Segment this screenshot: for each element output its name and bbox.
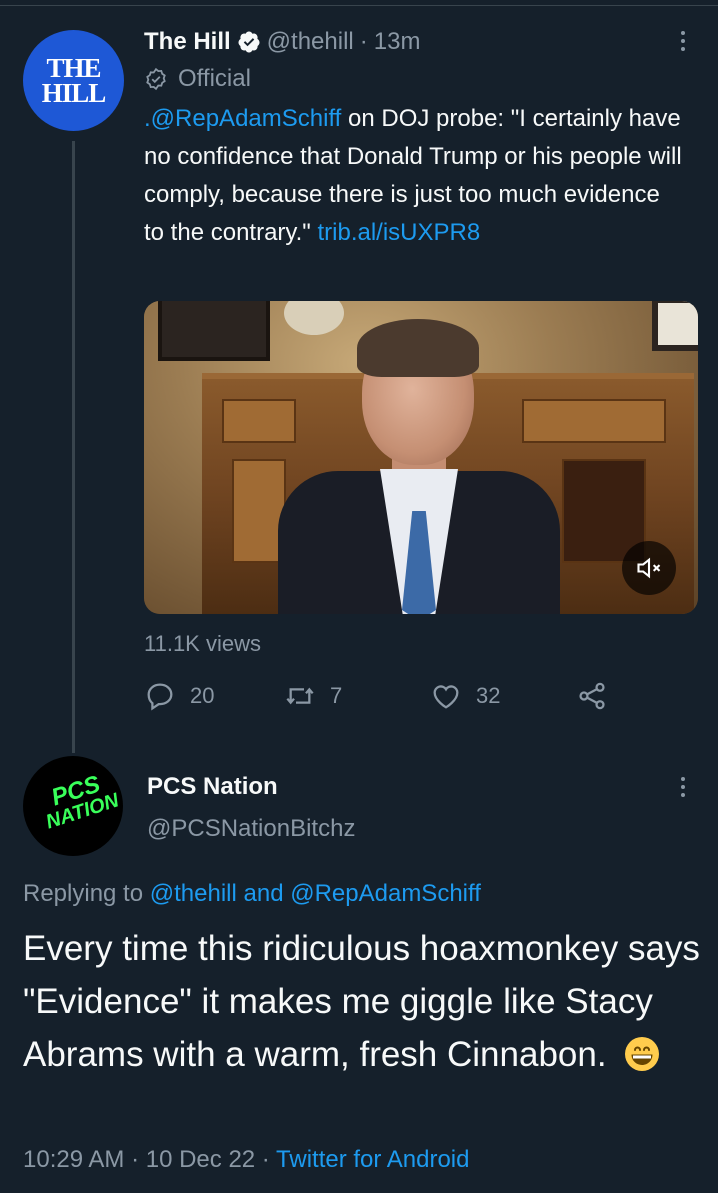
- video-person-hair: [357, 319, 479, 377]
- like-button[interactable]: 32: [430, 676, 500, 716]
- like-count: 32: [476, 683, 501, 708]
- volume-mute-icon[interactable]: [622, 541, 676, 595]
- tweet-time[interactable]: 13m: [374, 28, 421, 56]
- replying-and: and: [236, 880, 291, 907]
- author-handle[interactable]: @PCSNationBitchz: [147, 812, 355, 846]
- reply-count: 20: [190, 683, 215, 708]
- heart-icon: [433, 685, 459, 709]
- replying-to: Replying to @thehill and @RepAdamSchiff: [23, 876, 481, 912]
- reply-mention-thehill[interactable]: @thehill: [150, 880, 237, 907]
- avatar-pcs-nation[interactable]: PCS NATION: [23, 756, 123, 856]
- author-name[interactable]: The Hill: [144, 28, 231, 56]
- share-button[interactable]: [576, 676, 622, 716]
- retweet-button[interactable]: 7: [284, 676, 342, 716]
- retweet-count: 7: [330, 683, 343, 708]
- more-options-icon[interactable]: [668, 770, 698, 804]
- replying-prefix: Replying to: [23, 880, 150, 907]
- tweet-meta: 10:29 AM · 10 Dec 22 · Twitter for Andro…: [23, 1142, 469, 1178]
- top-divider: [0, 0, 718, 6]
- reply-button[interactable]: 20: [144, 676, 214, 716]
- official-check-icon: [146, 67, 166, 91]
- official-label: Official: [144, 62, 251, 96]
- retweet-icon: [286, 687, 314, 705]
- tweet2-text: Every time this ridiculous hoaxmonkey sa…: [23, 922, 703, 1081]
- verified-badge-icon: [238, 31, 260, 53]
- tweet1-actions: 20 7 32: [144, 676, 614, 716]
- video-player[interactable]: [144, 301, 698, 614]
- tweet-date[interactable]: 10 Dec 22: [146, 1146, 255, 1173]
- avatar-text-line2: HILL: [41, 77, 107, 108]
- grinning-face-emoji-icon: [625, 1037, 660, 1071]
- tweet-time[interactable]: 10:29 AM: [23, 1146, 124, 1173]
- author-handle[interactable]: @thehill: [267, 28, 354, 56]
- mention-link[interactable]: .@RepAdamSchiff: [144, 105, 341, 132]
- tweet1-text: .@RepAdamSchiff on DOJ probe: "I certain…: [144, 100, 684, 252]
- meta-separator: ·: [124, 1146, 146, 1173]
- reply-icon: [147, 683, 173, 711]
- share-icon: [579, 682, 605, 710]
- meta-separator: ·: [255, 1146, 277, 1173]
- official-text: Official: [178, 65, 251, 92]
- header-separator: ·: [359, 28, 368, 55]
- reply-mention-repadamschiff[interactable]: @RepAdamSchiff: [290, 880, 481, 907]
- avatar-text-line1: THE: [46, 53, 101, 84]
- tweet1-header: The Hill @thehill · 13m: [144, 24, 420, 60]
- article-link[interactable]: trib.al/isUXPR8: [317, 219, 480, 246]
- view-count: 11.1K views: [144, 631, 261, 656]
- tweet2-body: Every time this ridiculous hoaxmonkey sa…: [23, 929, 700, 1074]
- author-name[interactable]: PCS Nation: [147, 770, 278, 804]
- thread-line: [72, 141, 75, 753]
- more-options-icon[interactable]: [668, 24, 698, 58]
- video-frame-left: [158, 301, 270, 361]
- avatar-the-hill[interactable]: THE HILL: [23, 30, 124, 131]
- video-frame-right: [652, 301, 698, 351]
- tweet-source[interactable]: Twitter for Android: [276, 1146, 469, 1173]
